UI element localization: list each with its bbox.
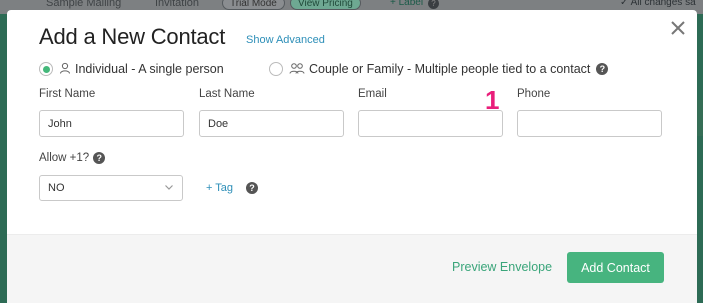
background-left-strip [0, 14, 7, 303]
add-contact-button[interactable]: Add Contact [567, 252, 664, 283]
phone-label: Phone [517, 88, 551, 100]
allow-help-icon[interactable]: ? [93, 152, 106, 164]
allow-plus-one-label: Allow +1? ? [39, 152, 106, 164]
radio-individual[interactable] [39, 62, 53, 76]
show-advanced-link[interactable]: Show Advanced [246, 34, 325, 46]
radio-individual-option[interactable]: Individual - A single person [39, 60, 224, 78]
email-input[interactable] [358, 110, 503, 137]
allow-plus-one-select[interactable]: NO [39, 175, 183, 201]
background-right-strip [696, 14, 703, 303]
preview-envelope-button[interactable]: Preview Envelope [452, 260, 552, 274]
radio-couple-label: Couple or Family - Multiple people tied … [309, 62, 591, 76]
email-label: Email [358, 88, 387, 100]
radio-couple-option[interactable]: Couple or Family - Multiple people tied … [269, 60, 609, 78]
last-name-label: Last Name [199, 88, 255, 100]
background-view-pricing-pill: View Pricing [290, 0, 361, 10]
background-label-link: + Label [390, 0, 424, 8]
last-name-input[interactable] [199, 110, 344, 137]
person-icon [59, 62, 71, 77]
background-right-block [696, 100, 703, 136]
radio-individual-label: Individual - A single person [75, 62, 224, 76]
add-contact-modal: Add a New Contact Show Advanced Individu… [7, 10, 697, 303]
close-icon[interactable] [668, 18, 688, 38]
first-name-input[interactable] [39, 110, 184, 137]
modal-title: Add a New Contact [39, 24, 226, 49]
background-trial-mode-pill: Trial Mode [222, 0, 285, 10]
step-annotation: 1 [485, 85, 500, 115]
group-icon [289, 62, 305, 77]
background-saved-status: ✓ All changes sa [620, 0, 696, 8]
first-name-label: First Name [39, 88, 96, 100]
phone-input[interactable] [517, 110, 662, 137]
radio-couple[interactable] [269, 62, 283, 76]
chevron-down-icon [164, 182, 174, 195]
allow-plus-one-value: NO [48, 182, 65, 194]
add-tag-link[interactable]: + Tag [206, 182, 233, 194]
tag-help-icon[interactable]: ? [246, 182, 258, 194]
help-icon[interactable]: ? [596, 63, 609, 75]
